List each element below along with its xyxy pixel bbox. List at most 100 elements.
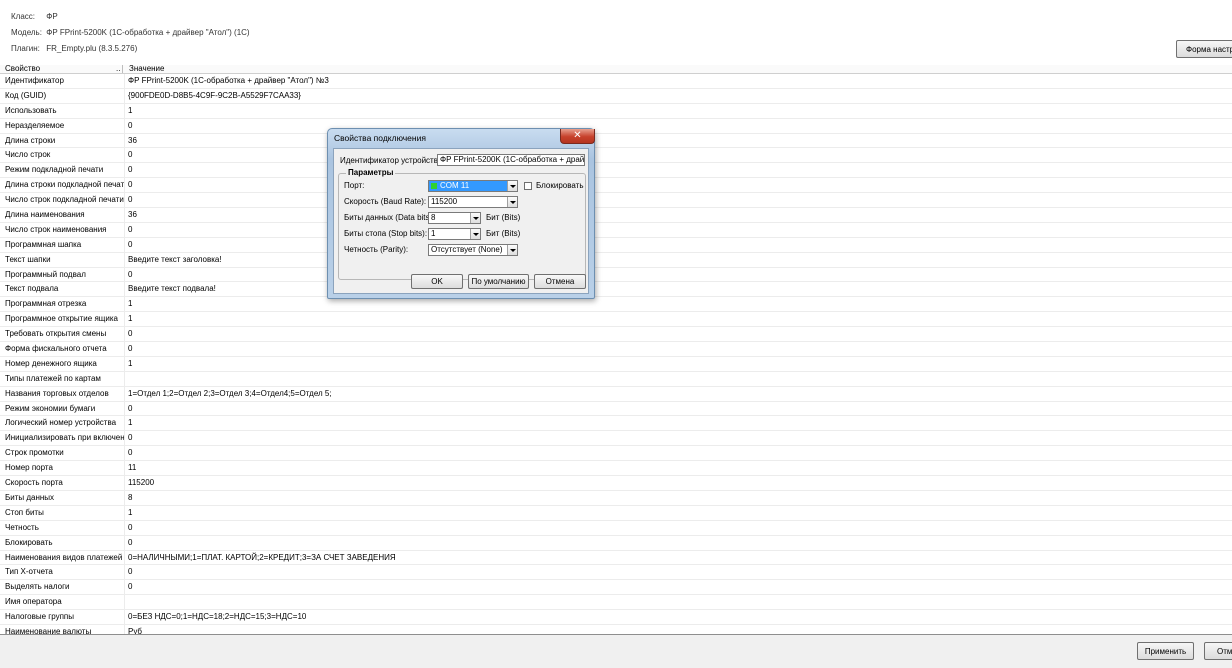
property-value[interactable]: 11 (128, 463, 136, 472)
property-value[interactable]: 0 (128, 225, 132, 234)
data-bits-select[interactable]: 8 (428, 212, 481, 224)
property-value[interactable]: ФР FPrint-5200K (1С-обработка + драйвер … (128, 76, 329, 85)
property-value[interactable]: Введите текст заголовка! (128, 255, 222, 264)
table-row[interactable]: Названия торговых отделов 1=Отдел 1;2=Отд… (0, 386, 1232, 402)
property-value[interactable]: 0 (128, 329, 132, 338)
property-value[interactable]: 0 (128, 567, 132, 576)
column-separator (124, 386, 125, 401)
property-value[interactable]: 0 (128, 240, 132, 249)
table-row[interactable]: Идентификатор ФР FPrint-5200K (1С-обработ… (0, 74, 1232, 89)
chevron-down-icon[interactable] (470, 213, 480, 223)
chevron-down-icon[interactable] (507, 197, 517, 207)
table-row[interactable]: Режим экономии бумаги 0 (0, 401, 1232, 417)
table-row[interactable]: Программный подвал 0 (0, 267, 1232, 283)
chevron-down-icon[interactable] (470, 229, 480, 239)
property-value[interactable]: 0 (128, 195, 132, 204)
table-row[interactable]: Число строк 0 (0, 148, 1232, 164)
property-value[interactable]: 1 (128, 508, 132, 517)
table-row[interactable]: Номер порта 11 (0, 461, 1232, 477)
table-row[interactable]: Программная отрезка 1 (0, 297, 1232, 313)
table-row[interactable]: Длина наименования 36 (0, 208, 1232, 223)
table-row[interactable]: Имя оператора (0, 595, 1232, 611)
table-row[interactable]: Налоговые группы 0=БЕЗ НДС=0;1=НДС=18;2=Н… (0, 610, 1232, 625)
table-row[interactable]: Требовать открытия смены 0 (0, 327, 1232, 343)
header-property[interactable]: Свойство (5, 64, 40, 73)
table-row[interactable]: Длина строки 36 (0, 133, 1232, 149)
table-row[interactable]: Логический номер устройства 1 (0, 416, 1232, 432)
close-icon[interactable]: ✕ (560, 129, 595, 144)
table-row[interactable]: Текст шапки Введите текст заголовка! (0, 252, 1232, 268)
property-value[interactable]: 0 (128, 344, 132, 353)
property-value[interactable]: 0 (128, 121, 132, 130)
baud-select[interactable]: 115200 (428, 196, 518, 208)
property-value[interactable]: 0 (128, 433, 132, 442)
property-value[interactable]: 1 (128, 314, 132, 323)
table-row[interactable]: Выделять налоги 0 (0, 580, 1232, 596)
property-value[interactable]: 8 (128, 493, 132, 502)
stop-bits-select[interactable]: 1 (428, 228, 481, 240)
property-value[interactable]: 0 (128, 180, 132, 189)
table-row[interactable]: Четность 0 (0, 520, 1232, 536)
property-value[interactable]: {900FDE0D-D8B5-4C9F-9C2B-A5529F7CAA33} (128, 91, 301, 100)
property-value[interactable]: 1 (128, 359, 132, 368)
property-value[interactable]: 0 (128, 404, 132, 413)
parity-select[interactable]: Отсутствует (None) (428, 244, 518, 256)
table-row[interactable]: Число строк подкладной печати 0 (0, 193, 1232, 209)
table-row[interactable]: Режим подкладной печати 0 (0, 163, 1232, 179)
table-row[interactable]: Стоп биты 1 (0, 505, 1232, 521)
apply-button[interactable]: Применить (1137, 642, 1194, 660)
chevron-down-icon[interactable] (507, 181, 517, 191)
property-value[interactable]: 0=БЕЗ НДС=0;1=НДС=18;2=НДС=15;3=НДС=10 (128, 612, 306, 621)
table-row[interactable]: Код (GUID) {900FDE0D-D8B5-4C9F-9C2B-A5529… (0, 88, 1232, 104)
table-row[interactable]: Число строк наименования 0 (0, 222, 1232, 238)
property-value[interactable]: 1=Отдел 1;2=Отдел 2;3=Отдел 3;4=Отдел4;5… (128, 389, 332, 398)
table-row[interactable]: Программная шапка 0 (0, 237, 1232, 253)
property-value[interactable]: 0 (128, 270, 132, 279)
setup-form-button[interactable]: Форма настройки (1176, 40, 1232, 58)
table-row[interactable]: Биты данных 8 (0, 490, 1232, 506)
block-checkbox[interactable] (524, 182, 532, 190)
property-value[interactable]: 36 (128, 210, 137, 219)
property-value[interactable]: 0 (128, 582, 132, 591)
header-column-separator[interactable] (122, 65, 123, 73)
property-value[interactable]: 0 (128, 150, 132, 159)
table-row[interactable]: Неразделяемое 0 (0, 118, 1232, 134)
property-value[interactable]: Введите текст подвала! (128, 284, 216, 293)
property-value[interactable]: 0 (128, 165, 132, 174)
header-value[interactable]: Значение (129, 64, 164, 73)
table-row[interactable]: Программное открытие ящика 1 (0, 312, 1232, 328)
device-id-field[interactable]: ФР FPrint-5200K (1С-обработка + драйвер … (437, 154, 585, 166)
table-row[interactable]: Наименование валюты Руб (0, 624, 1232, 634)
table-row[interactable]: Инициализировать при включении 0 (0, 431, 1232, 447)
property-value[interactable]: 0 (128, 538, 132, 547)
table-row[interactable]: Тип X-отчета 0 (0, 565, 1232, 581)
property-name: Программный подвал (5, 269, 86, 279)
ok-button[interactable]: OK (411, 274, 463, 289)
table-row[interactable]: Строк промотки 0 (0, 446, 1232, 462)
dialog-cancel-button[interactable]: Отмена (534, 274, 586, 289)
property-value[interactable]: 36 (128, 136, 137, 145)
table-row[interactable]: Блокировать 0 (0, 535, 1232, 551)
property-value[interactable]: 1 (128, 418, 132, 427)
table-row[interactable]: Номер денежного ящика 1 (0, 356, 1232, 372)
table-row[interactable]: Форма фискального отчета 0 (0, 342, 1232, 357)
property-value[interactable]: 0=НАЛИЧНЫМИ;1=ПЛАТ. КАРТОЙ;2=КРЕДИТ;3=ЗА… (128, 553, 396, 562)
table-row[interactable]: Наименования видов платежей 0=НАЛИЧНЫМИ;1… (0, 550, 1232, 566)
default-button[interactable]: По умолчанию (468, 274, 529, 289)
property-value[interactable]: 115200 (128, 478, 154, 487)
chevron-down-icon[interactable] (507, 245, 517, 255)
column-separator (124, 580, 125, 595)
parameters-title: Параметры (346, 168, 396, 177)
property-value[interactable]: 0 (128, 448, 132, 457)
table-row[interactable]: Использовать 1 (0, 103, 1232, 119)
port-select[interactable]: COM 11 (428, 180, 518, 192)
property-value[interactable]: 1 (128, 106, 132, 115)
table-row[interactable]: Скорость порта 115200 (0, 476, 1232, 491)
property-value[interactable]: 1 (128, 299, 132, 308)
property-value[interactable]: 0 (128, 523, 132, 532)
table-row[interactable]: Текст подвала Введите текст подвала! (0, 282, 1232, 298)
table-row[interactable]: Типы платежей по картам (0, 371, 1232, 387)
table-row[interactable]: Длина строки подкладной печати 0 (0, 178, 1232, 194)
property-value[interactable]: Руб (128, 627, 142, 634)
main-cancel-button[interactable]: Отмена (1204, 642, 1232, 660)
